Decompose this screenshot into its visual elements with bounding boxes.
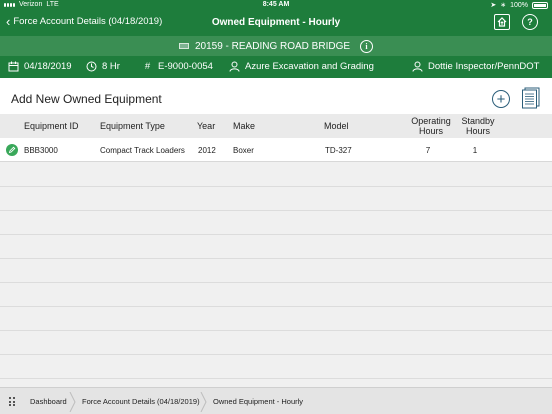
add-equipment-button[interactable]: + — [492, 90, 510, 108]
cell-equipment-id: BBB3000 — [24, 145, 58, 155]
inspector-label: Dottie Inspector/PennDOT — [428, 61, 540, 72]
breadcrumb-separator-icon — [69, 392, 76, 412]
equipment-list-button[interactable] — [521, 87, 541, 109]
row-divider — [0, 330, 552, 331]
standby-hours-line1: Standby — [461, 116, 495, 126]
column-model[interactable]: Model — [324, 114, 349, 138]
column-operating-hours[interactable]: Operating Hours — [404, 114, 458, 138]
cell-make: Boxer — [233, 145, 254, 155]
row-divider — [0, 258, 552, 259]
cell-equipment-type: Compact Track Loaders — [100, 145, 185, 155]
cell-standby-hours: 1 — [472, 145, 478, 155]
table-header: Equipment ID Equipment Type Year Make Mo… — [0, 114, 552, 138]
table-row[interactable]: BBB3000 Compact Track Loaders 2012 Boxer… — [0, 138, 552, 162]
company-item: Azure Excavation and Grading — [229, 61, 374, 72]
row-divider — [0, 282, 552, 283]
row-divider — [0, 234, 552, 235]
standby-hours-line2: Hours — [465, 126, 490, 136]
operating-hours-line2: Hours — [418, 126, 443, 136]
hours-item: 8 Hr — [86, 61, 120, 72]
column-equipment-type[interactable]: Equipment Type — [100, 114, 165, 138]
plus-icon: + — [496, 90, 506, 108]
hours-label: 8 Hr — [102, 61, 120, 72]
navigation-bar: ‹ Force Account Details (04/18/2019) Own… — [0, 11, 552, 36]
person-icon — [229, 61, 240, 72]
page-title: Owned Equipment - Hourly — [211, 17, 341, 28]
pencil-icon — [8, 146, 16, 154]
location-icon: ➤ — [490, 2, 497, 9]
hash-icon: # — [144, 61, 151, 72]
battery-icon — [532, 1, 548, 9]
number-item: # E-9000-0054 — [142, 61, 213, 72]
home-upload-button[interactable] — [494, 14, 510, 30]
column-equipment-id[interactable]: Equipment ID — [24, 114, 79, 138]
empty-table-area — [0, 162, 552, 387]
column-year[interactable]: Year — [197, 114, 215, 138]
row-divider — [0, 210, 552, 211]
edit-row-button[interactable] — [6, 144, 18, 156]
status-time: 8:45 AM — [262, 1, 290, 8]
inspector-icon — [412, 61, 423, 72]
breadcrumb-force-account[interactable]: Force Account Details (04/18/2019) — [82, 388, 200, 414]
bluetooth-icon: ∗ — [500, 2, 507, 9]
cell-year: 2012 — [198, 145, 216, 155]
date-item: 04/18/2019 — [8, 61, 72, 72]
breadcrumb: Dashboard Force Account Details (04/18/2… — [0, 387, 552, 414]
column-standby-hours[interactable]: Standby Hours — [456, 114, 500, 138]
timer-icon — [86, 61, 97, 72]
battery-label: 100% — [510, 1, 528, 9]
document-list-icon — [522, 87, 540, 109]
section-header: Add New Owned Equipment + — [0, 78, 552, 114]
status-right: ➤ ∗ 100% — [490, 1, 548, 9]
info-icon[interactable]: i — [360, 39, 374, 53]
nav-actions: ? — [494, 14, 538, 30]
project-bar: 20159 - READING ROAD BRIDGE i — [0, 36, 552, 56]
number-label: E-9000-0054 — [158, 61, 213, 72]
row-divider — [0, 378, 552, 379]
inspector-item: Dottie Inspector/PennDOT — [412, 61, 539, 72]
date-label: 04/18/2019 — [24, 61, 72, 72]
cell-model: TD-327 — [325, 145, 352, 155]
details-bar: 04/18/2019 8 Hr # E-9000-0054 Azure Exca… — [0, 56, 552, 78]
breadcrumb-owned-equipment[interactable]: Owned Equipment - Hourly — [213, 388, 303, 414]
status-bar: Verizon LTE 8:45 AM ➤ ∗ 100% — [0, 0, 552, 11]
calendar-icon — [8, 61, 19, 72]
operating-hours-line1: Operating — [411, 116, 451, 126]
row-divider — [0, 186, 552, 187]
project-label: 20159 - READING ROAD BRIDGE — [194, 40, 351, 52]
row-divider — [0, 306, 552, 307]
breadcrumb-separator-icon — [200, 392, 207, 412]
project-icon — [178, 43, 189, 49]
breadcrumb-dashboard[interactable]: Dashboard — [30, 388, 67, 414]
help-button[interactable]: ? — [522, 14, 538, 30]
question-icon: ? — [527, 17, 533, 27]
section-title: Add New Owned Equipment — [11, 92, 162, 106]
column-make[interactable]: Make — [233, 114, 255, 138]
cell-operating-hours: 7 — [425, 145, 431, 155]
row-divider — [0, 354, 552, 355]
grid-menu-icon[interactable] — [9, 397, 17, 406]
house-icon — [497, 17, 507, 27]
company-label: Azure Excavation and Grading — [245, 61, 374, 72]
